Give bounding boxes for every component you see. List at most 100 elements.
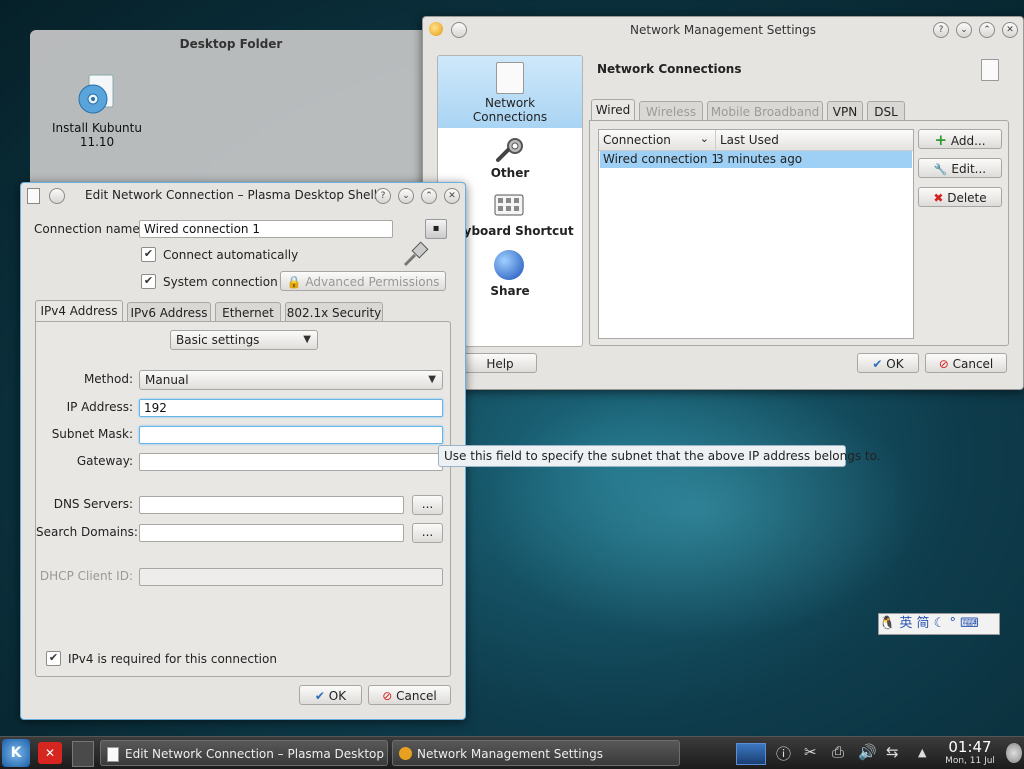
edit-ok-button[interactable]: ✔ OK: [299, 685, 362, 705]
keyboard-icon: ⌨: [960, 616, 979, 631]
tab-ipv6-address[interactable]: IPv6 Address: [127, 302, 211, 322]
nm-ok-button[interactable]: ✔ OK: [857, 353, 919, 373]
add-connection-button[interactable]: + Add...: [918, 129, 1002, 149]
cancel-icon: ⊘: [938, 357, 949, 371]
printer-icon[interactable]: ⎙: [832, 743, 844, 761]
edit-cancel-button[interactable]: ⊘ Cancel: [368, 685, 451, 705]
install-kubuntu-icon[interactable]: [75, 73, 119, 117]
ok-label: OK: [328, 689, 347, 703]
edit-network-connection-window: Edit Network Connection – Plasma Desktop…: [20, 182, 466, 720]
method-select[interactable]: Manual ▼: [139, 370, 443, 390]
category-network-connections[interactable]: Network Connections: [438, 56, 582, 128]
search-domains-edit-button[interactable]: ...: [412, 523, 443, 543]
connection-list[interactable]: Connection ⌄ Last Used Wired connection …: [598, 129, 914, 339]
method-label: Method:: [83, 372, 133, 386]
ethernet-plug-icon: [401, 237, 431, 267]
lock-icon: 🔒: [286, 275, 302, 289]
input-method-bar[interactable]: 🐧 英 简 ☾ ° ⌨: [878, 613, 1000, 635]
usb-icon[interactable]: ⇆: [886, 743, 899, 761]
edit-window-title: Edit Network Connection – Plasma Desktop…: [85, 188, 378, 202]
nm-cancel-button[interactable]: ⊘ Cancel: [925, 353, 1007, 373]
nm-titlebar[interactable]: Network Management Settings ? ⌄ ⌃ ✕: [423, 17, 1023, 43]
info-icon[interactable]: ⓘ: [776, 743, 791, 764]
install-kubuntu-label-2[interactable]: 11.10: [45, 135, 149, 149]
tab-vpn[interactable]: VPN: [827, 101, 863, 121]
subnet-mask-input[interactable]: [139, 426, 443, 444]
pager-icon[interactable]: [72, 741, 94, 767]
clock-time[interactable]: 01:47: [942, 738, 998, 756]
system-connection-label: System connection: [163, 275, 278, 289]
edit-menu-button[interactable]: [49, 188, 65, 204]
chevron-down-icon: ▼: [428, 374, 436, 385]
network-status-icon[interactable]: [736, 743, 766, 765]
table-row[interactable]: Wired connection 1 3 minutes ago: [600, 151, 912, 168]
nm-heading: Network Connections: [597, 62, 742, 76]
edit-close-button[interactable]: ✕: [444, 188, 460, 204]
tab-dsl[interactable]: DSL: [867, 101, 905, 121]
task-edit-label: Edit Network Connection – Plasma Desktop…: [125, 747, 388, 761]
task-edit-network-connection[interactable]: Edit Network Connection – Plasma Desktop…: [100, 740, 388, 766]
nm-maximize-button[interactable]: ⌃: [979, 22, 995, 38]
connect-automatically-checkbox[interactable]: ✔: [141, 247, 156, 262]
gateway-input[interactable]: [139, 453, 443, 471]
close-app-icon[interactable]: ✕: [38, 742, 62, 764]
ip-address-input[interactable]: [139, 399, 443, 417]
delete-connection-button[interactable]: ✖ Delete: [918, 187, 1002, 207]
search-domains-input[interactable]: [139, 524, 404, 542]
network-port-icon[interactable]: ▪: [425, 219, 447, 239]
nm-close-button[interactable]: ✕: [1002, 22, 1018, 38]
edit-titlebar[interactable]: Edit Network Connection – Plasma Desktop…: [21, 183, 465, 209]
plus-icon: +: [934, 131, 948, 149]
column-header-last-used[interactable]: Last Used: [716, 130, 913, 151]
dhcp-client-id-input[interactable]: [139, 568, 443, 586]
cancel-label: Cancel: [396, 689, 437, 703]
column-header-connection[interactable]: Connection ⌄: [599, 130, 716, 151]
dns-servers-edit-button[interactable]: ...: [412, 495, 443, 515]
nm-help-button[interactable]: ?: [933, 22, 949, 38]
tab-8021x-security[interactable]: 802.1x Security: [285, 302, 383, 322]
connection-name-input[interactable]: [139, 220, 393, 238]
tab-mobile-broadband[interactable]: Mobile Broadband: [707, 101, 823, 121]
edit-maximize-button[interactable]: ⌃: [421, 188, 437, 204]
help-label: Help: [486, 357, 514, 371]
advanced-permissions-button[interactable]: 🔒 Advanced Permissions: [280, 271, 446, 291]
cashew-icon[interactable]: [1006, 743, 1022, 763]
delete-label: Delete: [947, 191, 987, 205]
column-header-last-used-label: Last Used: [720, 133, 779, 147]
nm-minimize-button[interactable]: ⌄: [956, 22, 972, 38]
edit-label: Edit...: [951, 162, 987, 176]
network-manager-icon: [399, 747, 412, 760]
tab-ethernet[interactable]: Ethernet: [215, 302, 281, 322]
clock-date[interactable]: Mon, 11 Jul: [938, 756, 1002, 766]
edit-help-button[interactable]: ?: [375, 188, 391, 204]
globe-icon: [494, 250, 524, 280]
system-connection-checkbox[interactable]: ✔: [141, 274, 156, 289]
task-network-management-settings[interactable]: Network Management Settings: [392, 740, 680, 766]
install-kubuntu-label-1[interactable]: Install Kubuntu: [45, 121, 149, 135]
wrench-icon: 🔧: [933, 163, 948, 176]
edit-connection-button[interactable]: 🔧 Edit...: [918, 158, 1002, 178]
category-other[interactable]: Other: [438, 132, 582, 184]
kde-menu-icon[interactable]: K: [2, 739, 30, 767]
dns-servers-label: DNS Servers:: [53, 497, 133, 511]
edit-app-icon: [27, 188, 40, 204]
ipv4-required-checkbox[interactable]: ✔: [46, 651, 61, 666]
connect-automatically-label: Connect automatically: [163, 248, 299, 262]
connection-name-label: Connection name:: [34, 222, 144, 236]
tab-ipv4-address[interactable]: IPv4 Address: [35, 300, 123, 322]
punctuation-icon: °: [949, 616, 956, 631]
edit-minimize-button[interactable]: ⌄: [398, 188, 414, 204]
input-method-english[interactable]: 英: [899, 616, 912, 631]
input-method-simplified[interactable]: 简: [916, 616, 929, 631]
tray-expand-icon[interactable]: ▲: [918, 746, 926, 759]
chevron-down-icon: ▼: [303, 334, 311, 345]
dns-servers-input[interactable]: [139, 496, 404, 514]
cancel-label: Cancel: [952, 357, 994, 371]
tab-wireless[interactable]: Wireless: [639, 101, 703, 121]
tab-wired[interactable]: Wired: [591, 99, 635, 121]
basic-settings-select[interactable]: Basic settings ▼: [170, 330, 318, 350]
desktop-folder-title: Desktop Folder: [179, 37, 283, 51]
volume-icon[interactable]: 🔊: [858, 743, 877, 761]
nm-help-dialog-button[interactable]: Help: [463, 353, 537, 373]
scissors-icon[interactable]: ✂: [804, 743, 817, 761]
